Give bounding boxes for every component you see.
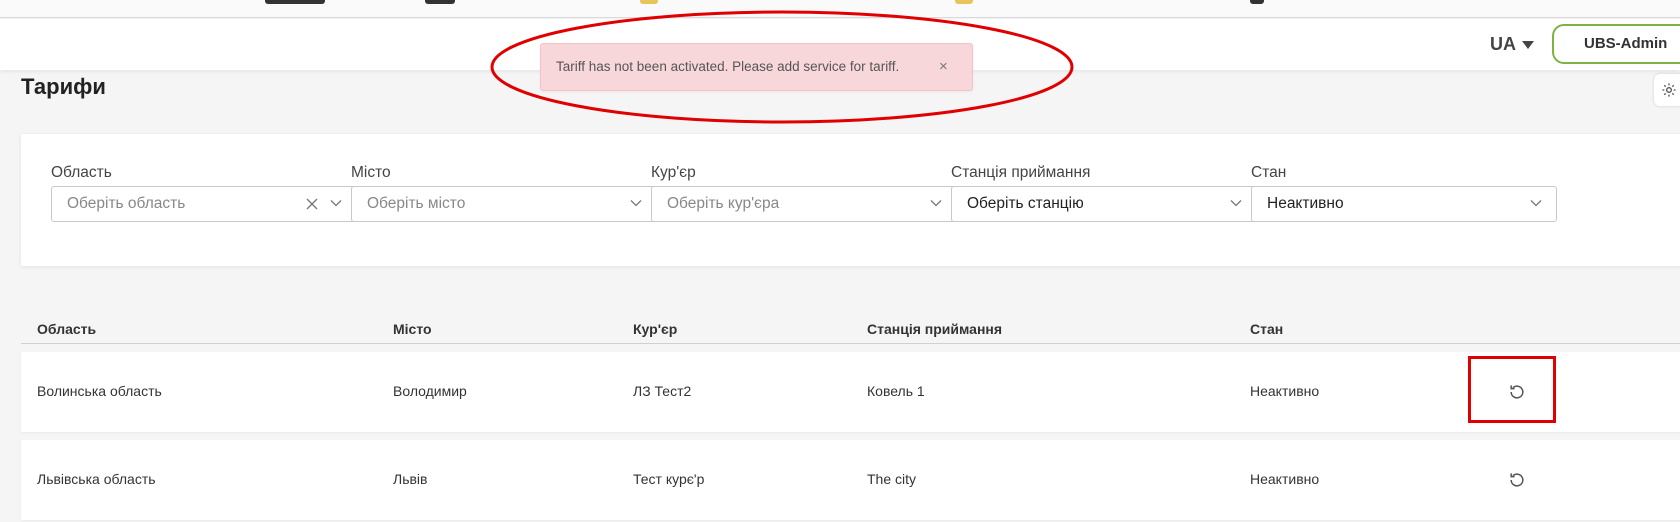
chevron-down-icon — [930, 200, 942, 207]
filter-courier-label: Кур'єр — [651, 164, 696, 181]
filter-region: Область Оберіть область — [51, 164, 357, 222]
region-select-placeholder: Оберіть область — [67, 195, 186, 212]
gear-icon — [1662, 83, 1676, 97]
filter-status: Стан Неактивно — [1251, 164, 1557, 222]
cell-status: Неактивно — [1250, 471, 1320, 487]
caret-down-icon — [1522, 40, 1534, 49]
cell-status: Неактивно — [1250, 383, 1320, 399]
language-selector[interactable]: UA — [1490, 34, 1534, 55]
chevron-down-icon — [1230, 200, 1242, 207]
cell-courier: Тест курє'р — [633, 471, 705, 487]
cell-region: Волинська область — [37, 383, 162, 399]
region-select[interactable]: Оберіть область — [51, 186, 357, 222]
filter-city: Місто Оберіть місто — [351, 164, 657, 222]
chevron-down-icon — [330, 200, 342, 207]
cell-courier: ЛЗ Тест2 — [633, 383, 692, 399]
filter-status-label: Стан — [1251, 164, 1287, 181]
column-header-courier[interactable]: Кур'єр — [633, 321, 677, 337]
column-header-city[interactable]: Місто — [393, 321, 432, 337]
page-title: Тарифи — [21, 74, 106, 99]
table-header: Область Місто Кур'єр Станція приймання С… — [21, 318, 1680, 344]
clear-icon[interactable] — [306, 198, 318, 210]
status-select-value: Неактивно — [1267, 195, 1344, 212]
language-label: UA — [1490, 34, 1516, 54]
cell-station: Ковель 1 — [867, 383, 925, 399]
chevron-down-icon — [630, 200, 642, 207]
restore-button[interactable] — [1504, 467, 1530, 493]
courier-select-placeholder: Оберіть кур'єра — [667, 195, 780, 212]
filter-station-label: Станція приймання — [951, 164, 1091, 181]
table-row: Львівська область Львів Тест курє'р The … — [21, 440, 1680, 520]
courier-select[interactable]: Оберіть кур'єра — [651, 186, 957, 222]
restore-icon — [1510, 473, 1524, 487]
table-row: Волинська область Володимир ЛЗ Тест2 Ков… — [21, 352, 1680, 432]
city-select[interactable]: Оберіть місто — [351, 186, 657, 222]
filter-city-label: Місто — [351, 164, 391, 181]
annotation-rectangle — [1468, 356, 1556, 423]
station-select[interactable]: Оберіть станцію — [951, 186, 1257, 222]
chevron-down-icon — [1530, 200, 1542, 207]
cell-station: The city — [867, 471, 917, 487]
status-select[interactable]: Неактивно — [1251, 186, 1557, 222]
column-header-status[interactable]: Стан — [1250, 321, 1283, 337]
city-select-placeholder: Оберіть місто — [367, 195, 466, 212]
user-menu-button[interactable]: UBS-Admin — [1552, 24, 1680, 64]
filter-region-label: Область — [51, 164, 112, 181]
column-header-station[interactable]: Станція приймання — [867, 321, 1002, 337]
station-select-placeholder: Оберіть станцію — [967, 195, 1084, 212]
filters-panel: Область Оберіть область Місто Оберіть мі… — [21, 134, 1680, 266]
settings-button[interactable] — [1654, 74, 1680, 106]
cell-city: Володимир — [393, 383, 467, 399]
column-header-region[interactable]: Область — [37, 321, 96, 337]
cell-city: Львів — [393, 471, 428, 487]
filter-courier: Кур'єр Оберіть кур'єра — [651, 164, 957, 222]
cell-region: Львівська область — [37, 471, 156, 487]
filter-station: Станція приймання Оберіть станцію — [951, 164, 1257, 222]
annotation-ellipse — [490, 10, 1074, 124]
